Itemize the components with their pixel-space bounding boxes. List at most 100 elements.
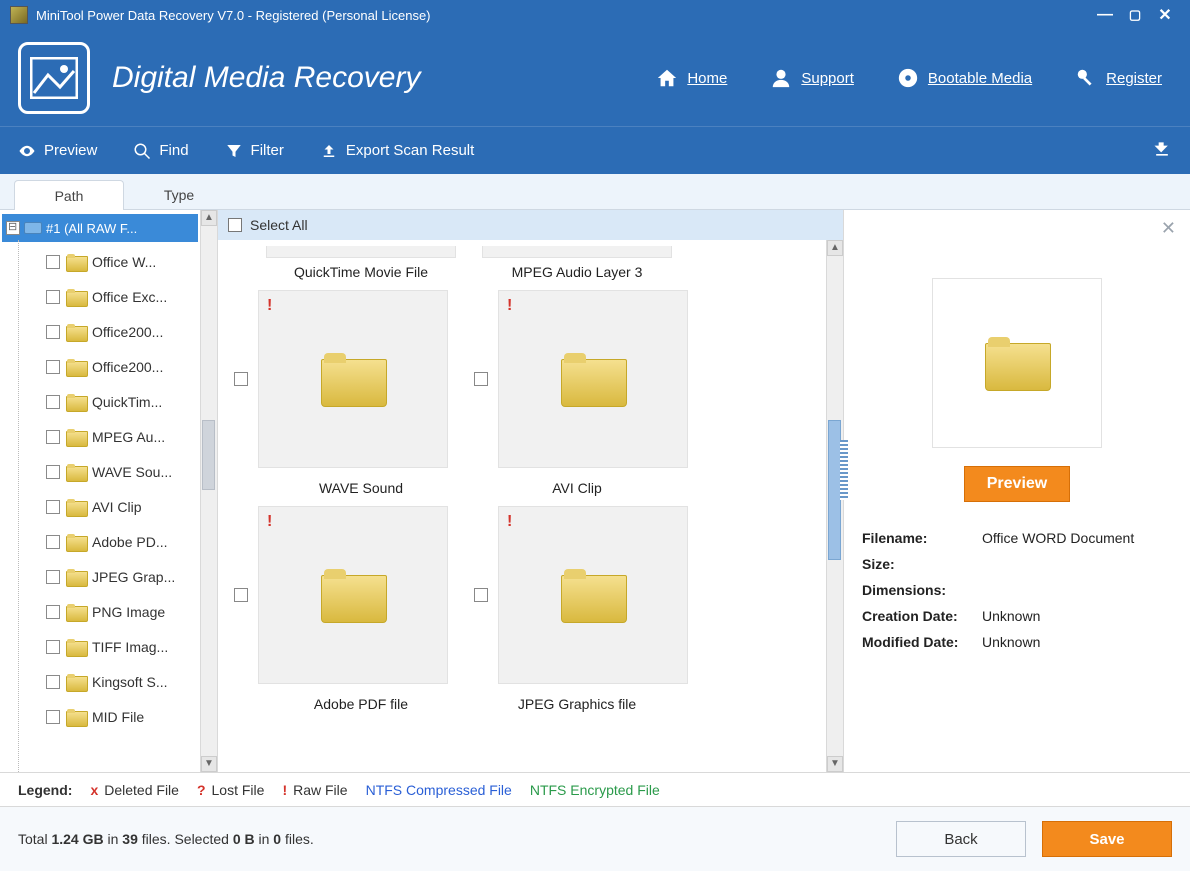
legend-deleted: xDeleted File <box>90 782 179 798</box>
status-summary: Total 1.24 GB in 39 files. Selected 0 B … <box>18 831 314 847</box>
scroll-down-icon[interactable]: ▼ <box>201 756 217 772</box>
tree-item[interactable]: JPEG Grap... <box>0 559 200 594</box>
tab-path[interactable]: Path <box>14 180 124 210</box>
tree-item[interactable]: Adobe PD... <box>0 524 200 559</box>
tree-item-checkbox[interactable] <box>46 255 60 269</box>
disc-icon <box>896 66 920 90</box>
grid-item-checkbox[interactable] <box>474 372 488 386</box>
preview-action-button[interactable]: Preview <box>964 466 1070 502</box>
grid-thumb-avi[interactable]: ! <box>498 290 688 468</box>
folder-icon <box>66 464 86 480</box>
folder-icon <box>66 604 86 620</box>
legend-lost: ?Lost File <box>197 782 264 798</box>
tree-item[interactable]: Office Exc... <box>0 279 200 314</box>
app-logo <box>18 42 90 114</box>
tree-item-label: MID File <box>92 709 144 725</box>
grid-thumb-pdf[interactable]: ! <box>258 506 448 684</box>
tree-item-checkbox[interactable] <box>46 395 60 409</box>
nav-register[interactable]: Register <box>1074 66 1162 90</box>
tree-item[interactable]: WAVE Sou... <box>0 454 200 489</box>
legend-title: Legend: <box>18 782 72 798</box>
scroll-thumb[interactable] <box>202 420 215 490</box>
save-button[interactable]: Save <box>1042 821 1172 857</box>
tree-item-checkbox[interactable] <box>46 535 60 549</box>
grid-item-checkbox[interactable] <box>234 372 248 386</box>
tree-item-checkbox[interactable] <box>46 465 60 479</box>
tree-item[interactable]: AVI Clip <box>0 489 200 524</box>
tree-item[interactable]: Kingsoft S... <box>0 664 200 699</box>
tree-item[interactable]: Office W... <box>0 244 200 279</box>
tab-type[interactable]: Type <box>124 179 234 209</box>
tree-item[interactable]: MID File <box>0 699 200 734</box>
scroll-up-icon[interactable]: ▲ <box>827 240 843 256</box>
folder-icon <box>985 337 1049 389</box>
tree-item[interactable]: PNG Image <box>0 594 200 629</box>
nav-home[interactable]: Home <box>655 66 727 90</box>
tree-item-label: MPEG Au... <box>92 429 165 445</box>
filter-label: Filter <box>251 142 284 159</box>
header-banner: Digital Media Recovery Home Support Boot… <box>0 30 1190 126</box>
export-icon <box>320 142 338 160</box>
export-button[interactable]: Export Scan Result <box>320 142 474 160</box>
tree-item-checkbox[interactable] <box>46 605 60 619</box>
nav-bootable[interactable]: Bootable Media <box>896 66 1032 90</box>
preview-label: Preview <box>44 142 97 159</box>
tree-item-checkbox[interactable] <box>46 290 60 304</box>
tree-item[interactable]: Office200... <box>0 314 200 349</box>
tree-item-label: Office W... <box>92 254 156 270</box>
grid-scrollbar[interactable]: ▲ ▼ <box>826 240 843 772</box>
tree-item-checkbox[interactable] <box>46 500 60 514</box>
grid-thumb-partial[interactable] <box>482 246 672 258</box>
tab-type-label: Type <box>164 187 194 203</box>
tree-expander-icon[interactable]: ⊟ <box>8 220 17 233</box>
nav-support[interactable]: Support <box>769 66 854 90</box>
tree-item-checkbox[interactable] <box>46 675 60 689</box>
legend-bar: Legend: xDeleted File ?Lost File !Raw Fi… <box>0 772 1190 806</box>
tree-item[interactable]: Office200... <box>0 349 200 384</box>
folder-icon <box>561 353 625 405</box>
tree-item[interactable]: TIFF Imag... <box>0 629 200 664</box>
preview-button[interactable]: Preview <box>18 142 97 160</box>
tree-item-checkbox[interactable] <box>46 325 60 339</box>
tree-item[interactable]: QuickTim... <box>0 384 200 419</box>
maximize-button[interactable] <box>1120 6 1150 24</box>
tree-item-checkbox[interactable] <box>46 640 60 654</box>
window-title: MiniTool Power Data Recovery V7.0 - Regi… <box>36 8 431 23</box>
minimize-button[interactable] <box>1090 6 1120 24</box>
scroll-down-icon[interactable]: ▼ <box>827 756 843 772</box>
find-button[interactable]: Find <box>133 142 188 160</box>
search-icon <box>133 142 151 160</box>
key-icon <box>1074 66 1098 90</box>
folder-icon <box>321 569 385 621</box>
tree-item-checkbox[interactable] <box>46 430 60 444</box>
home-icon <box>655 66 679 90</box>
grid-thumb-partial[interactable] <box>266 246 456 258</box>
details-close-button[interactable]: ✕ <box>1161 218 1176 239</box>
creation-value: Unknown <box>982 608 1172 624</box>
scroll-up-icon[interactable]: ▲ <box>201 210 217 226</box>
tree-item-checkbox[interactable] <box>46 710 60 724</box>
titlebar: MiniTool Power Data Recovery V7.0 - Regi… <box>0 0 1190 30</box>
tree-item[interactable]: MPEG Au... <box>0 419 200 454</box>
close-button[interactable] <box>1150 5 1180 25</box>
tree-pane: ⊟ #1 (All RAW F... Office W... Office Exc… <box>0 210 218 772</box>
grid-thumb-jpeg[interactable]: ! <box>498 506 688 684</box>
tree-item-checkbox[interactable] <box>46 360 60 374</box>
grid-thumb-wave[interactable]: ! <box>258 290 448 468</box>
grid-item-checkbox[interactable] <box>474 588 488 602</box>
filename-label: Filename: <box>862 530 982 546</box>
back-button[interactable]: Back <box>896 821 1026 857</box>
support-icon <box>769 66 793 90</box>
share-button[interactable] <box>1152 139 1172 163</box>
drive-icon <box>24 222 42 234</box>
grid-caption: MPEG Audio Layer 3 <box>482 264 672 280</box>
page-title: Digital Media Recovery <box>112 61 420 95</box>
tree-root-item[interactable]: #1 (All RAW F... <box>2 214 198 242</box>
tree-item-checkbox[interactable] <box>46 570 60 584</box>
folder-icon <box>321 353 385 405</box>
grid-item-checkbox[interactable] <box>234 588 248 602</box>
find-label: Find <box>159 142 188 159</box>
tree-scrollbar[interactable]: ▲ ▼ <box>200 210 217 772</box>
select-all-checkbox[interactable] <box>228 218 242 232</box>
filter-button[interactable]: Filter <box>225 142 284 160</box>
